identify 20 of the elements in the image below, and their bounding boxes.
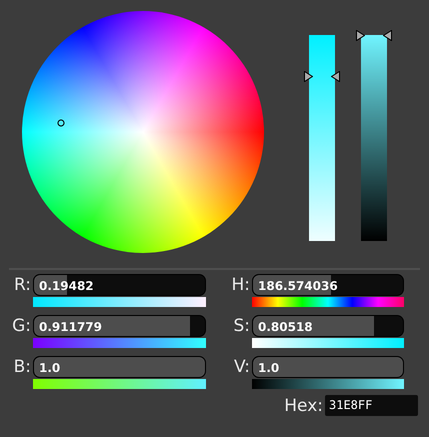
value-field[interactable]: 1.0 [33,356,206,378]
value-field[interactable]: 0.911779 [33,315,206,337]
channel-label: S: [232,315,250,337]
hex-label: Hex: [284,396,323,416]
wheel-marker[interactable] [57,119,64,126]
value-field[interactable]: 186.574036 [252,274,404,296]
hex-field[interactable]: 31E8FF [325,395,418,416]
channel-label: B: [12,356,31,378]
channel-label: H: [230,274,250,296]
value-field[interactable]: 1.0 [252,356,404,378]
slider-handle[interactable] [331,71,340,82]
value-field[interactable]: 0.19482 [33,274,206,296]
channel-label: V: [233,356,250,378]
slider-handle[interactable] [356,30,365,41]
slider-handle[interactable] [304,71,313,82]
slider-handle[interactable] [383,30,392,41]
channel-label: G: [11,315,31,337]
value-field[interactable]: 0.80518 [252,315,404,337]
channel-label: R: [12,274,31,296]
value-bar[interactable] [361,35,387,241]
